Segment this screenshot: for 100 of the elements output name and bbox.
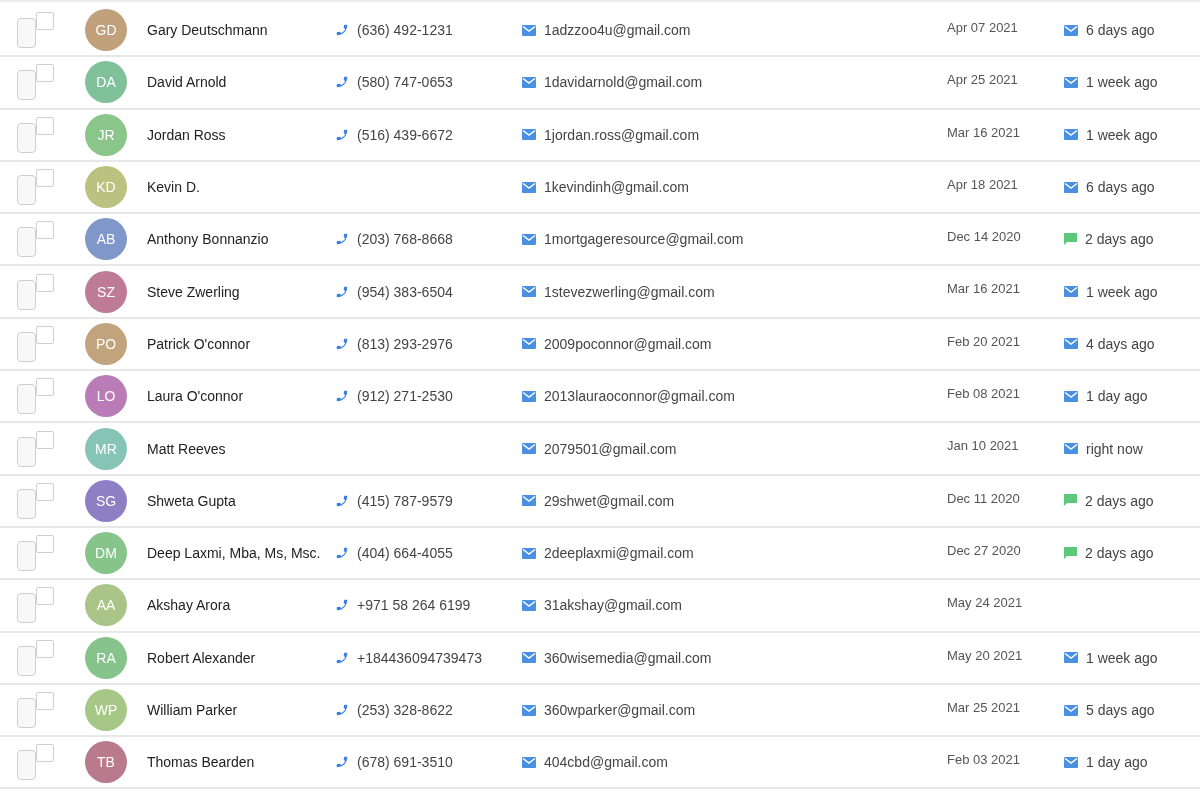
- avatar: WP: [85, 689, 127, 731]
- checkbox[interactable]: [17, 169, 55, 206]
- envelope-icon: [522, 652, 536, 664]
- date: Apr 25 2021: [947, 72, 1019, 88]
- checkbox[interactable]: [17, 639, 55, 676]
- last-activity: 5 days ago: [1086, 702, 1155, 718]
- date: Dec 27 2020: [947, 542, 1022, 558]
- date: Mar 16 2021: [947, 281, 1021, 297]
- phone-number: (636) 492-1231: [357, 22, 453, 39]
- checkbox[interactable]: [17, 482, 55, 519]
- email-address: 2079501@gmail.com: [544, 440, 677, 457]
- envelope-icon: [522, 599, 536, 611]
- date: Jan 10 2021: [947, 438, 1020, 454]
- envelope-icon: [522, 181, 536, 193]
- phone-number: +184436094739473: [357, 649, 482, 666]
- phone-number: (580) 747-0653: [357, 74, 453, 91]
- envelope-icon: [1064, 652, 1078, 664]
- contact-name: Gary Deutschmann: [146, 22, 269, 39]
- email-address: 1adzzoo4u@gmail.com: [544, 22, 691, 39]
- checkbox[interactable]: [17, 64, 55, 101]
- envelope-icon: [522, 495, 536, 507]
- envelope-icon: [1064, 181, 1078, 193]
- email-address: 1kevindinh@gmail.com: [544, 179, 689, 196]
- date: Feb 08 2021: [947, 386, 1021, 402]
- envelope-icon: [522, 24, 536, 36]
- checkbox[interactable]: [17, 587, 55, 624]
- phone-icon: [335, 546, 349, 561]
- last-activity: 1 week ago: [1086, 126, 1158, 143]
- last-activity: 1 week ago: [1086, 74, 1158, 91]
- envelope-icon: [522, 704, 536, 716]
- contact-name: Robert Alexander: [146, 649, 257, 666]
- contact-name: Deep Laxmi, Mba, Ms, Msc.: [146, 545, 322, 562]
- envelope-icon: [522, 233, 536, 245]
- checkbox[interactable]: [17, 744, 55, 781]
- envelope-icon: [522, 76, 536, 88]
- phone-icon: [335, 755, 349, 770]
- last-activity: 6 days ago: [1086, 22, 1155, 39]
- checkbox[interactable]: [17, 12, 55, 49]
- email-address: 2013lauraoconnor@gmail.com: [544, 388, 735, 405]
- contact-name: Thomas Bearden: [146, 754, 256, 771]
- last-activity: 6 days ago: [1086, 179, 1155, 196]
- chat-icon: [1064, 546, 1077, 560]
- last-activity: 2 days ago: [1085, 231, 1154, 248]
- avatar: JR: [85, 113, 127, 156]
- avatar: LO: [85, 375, 127, 418]
- avatar: AB: [85, 218, 127, 261]
- phone-icon: [335, 336, 349, 351]
- date: Dec 14 2020: [947, 229, 1022, 245]
- checkbox[interactable]: [17, 378, 55, 415]
- phone-icon: [335, 703, 349, 717]
- checkbox[interactable]: [17, 535, 55, 572]
- last-activity: 1 day ago: [1086, 754, 1148, 771]
- checkbox[interactable]: [17, 692, 55, 728]
- email-address: 2009poconnor@gmail.com: [544, 335, 712, 352]
- avatar: AA: [85, 584, 127, 627]
- phone-number: (813) 293-2976: [357, 335, 453, 352]
- last-activity: 1 week ago: [1086, 649, 1158, 666]
- checkbox[interactable]: [17, 430, 55, 467]
- contact-name: Laura O'connor: [146, 388, 245, 405]
- envelope-icon: [522, 390, 536, 402]
- checkbox[interactable]: [17, 325, 55, 362]
- last-activity: 1 day ago: [1086, 388, 1148, 405]
- contact-name: Patrick O'connor: [146, 335, 252, 352]
- last-activity: 4 days ago: [1086, 335, 1155, 352]
- date: Apr 07 2021: [947, 20, 1019, 35]
- phone-icon: [335, 284, 349, 299]
- last-activity: right now: [1086, 440, 1143, 457]
- avatar: SZ: [85, 270, 127, 313]
- email-address: 29shwet@gmail.com: [544, 492, 675, 509]
- contact-name: Jordan Ross: [146, 126, 227, 143]
- last-activity: 1 week ago: [1086, 283, 1158, 300]
- phone-number: (415) 787-9579: [357, 492, 453, 509]
- envelope-icon: [1064, 286, 1078, 298]
- email-address: 31akshay@gmail.com: [544, 597, 682, 614]
- phone-number: (954) 383-6504: [357, 283, 453, 300]
- avatar: DM: [85, 532, 127, 575]
- date: Mar 25 2021: [947, 699, 1021, 715]
- envelope-icon: [522, 547, 536, 559]
- avatar: DA: [85, 61, 127, 104]
- checkbox[interactable]: [17, 221, 55, 258]
- checkbox[interactable]: [17, 116, 55, 153]
- last-activity: 2 days ago: [1085, 545, 1154, 562]
- envelope-icon: [1064, 129, 1078, 141]
- envelope-icon: [522, 129, 536, 141]
- chat-icon: [1064, 232, 1077, 246]
- phone-icon: [335, 75, 349, 90]
- contact-name: Shweta Gupta: [146, 492, 237, 509]
- date: May 24 2021: [947, 595, 1024, 611]
- contact-name: Matt Reeves: [146, 440, 227, 457]
- phone-icon: [335, 389, 349, 404]
- email-address: 1mortgageresource@gmail.com: [544, 231, 744, 248]
- envelope-icon: [522, 338, 536, 350]
- contact-name: Steve Zwerling: [146, 283, 241, 300]
- email-address: 404cbd@gmail.com: [544, 754, 668, 771]
- phone-number: (203) 768-8668: [357, 231, 453, 248]
- envelope-icon: [1064, 24, 1078, 36]
- date: Feb 03 2021: [947, 752, 1021, 768]
- checkbox[interactable]: [17, 273, 55, 310]
- avatar: PO: [85, 322, 127, 365]
- phone-icon: [335, 493, 349, 508]
